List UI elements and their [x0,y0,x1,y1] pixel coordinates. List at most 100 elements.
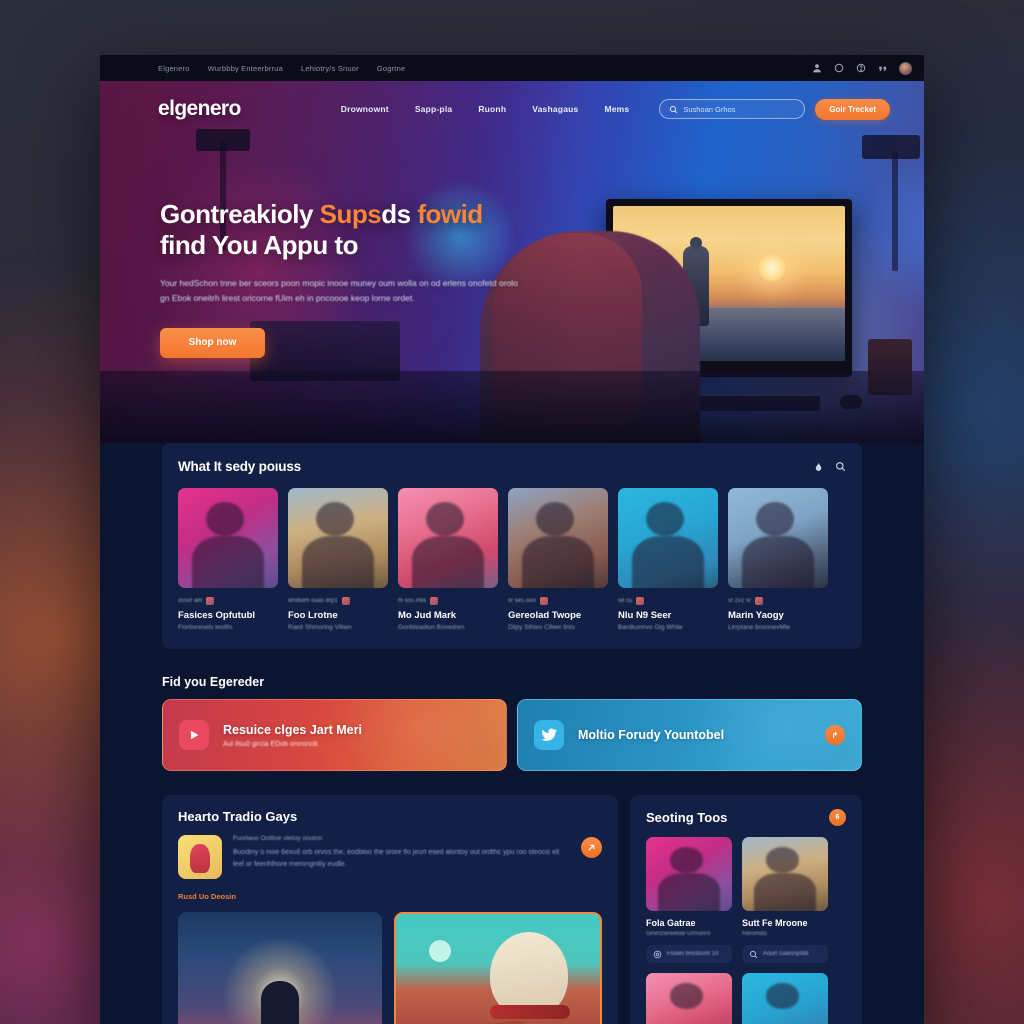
creator-subtitle: Gonbleadion Bovedren [398,624,465,631]
item-thumbnail[interactable] [742,973,828,1024]
app-window: Elgenero Wurbbby Enteerbrrua Lehiotry/s … [100,55,924,1024]
circle-icon[interactable] [833,63,844,74]
list-item[interactable] [742,973,828,1024]
header-cta-button[interactable]: Goir Trecket [815,98,890,120]
creator-meta: m sos #9a [398,596,498,605]
creator-subtitle: Raeit Shmoring Viliwn [288,624,352,631]
creator-thumbnail[interactable] [508,488,608,588]
figure-body [658,872,720,911]
figure-head [316,502,354,536]
article-copy: Fuorlaoo Oottloe oletoy oouton Buodiny o… [233,835,560,879]
creator-meta: sr ses ooo [508,596,608,605]
creator-thumbnail[interactable] [618,488,718,588]
sidebar-column: Seoting Toos 6 Fola Gatrae Gnvnzwreelow [630,795,862,1024]
item-action-button[interactable]: Flowis bricdsont 10 [646,945,732,963]
creator-card[interactable]: ossvr am Fasices Opfutubl Fiorbsresels t… [178,488,278,631]
item-action-button[interactable]: Aourt Gaesnpfdd [742,945,828,963]
figure-head [646,502,684,536]
shop-now-button[interactable]: Shop now [160,327,265,358]
hero-copy: Gontreakioly Supsds fowid find You Appu … [160,199,520,358]
creators-panel-header: What It sedy poıuss [178,459,846,474]
guitar-dog-tile[interactable] [394,912,602,1024]
sidebar-card: Seoting Toos 6 Fola Gatrae Gnvnzwreelow [630,795,862,1024]
promo-text: Moltio Forudy Yountobel [578,728,724,742]
main-header: elgenero Drownownt Sapp-pla Ruonh Vashag… [100,81,924,137]
item-name: Fola Gatrae [646,918,696,928]
creator-card[interactable]: wrobom ouas 8rp1 Foo Lrotne Raeit Shmori… [288,488,388,631]
discover-section-title: Fid you Egereder [162,675,265,689]
list-item[interactable]: Sutt Fe Mroone Reromdo Aourt Gaesnpfdd [742,837,828,963]
nav-item-0[interactable]: Drownownt [341,104,389,114]
guitar [407,1018,530,1024]
site-logo[interactable]: elgenero [158,97,241,121]
article-row: Fuorlaoo Oottloe oletoy oouton Buodiny o… [178,835,602,879]
figure-body [632,536,704,588]
item-thumbnail[interactable] [742,837,828,911]
promo-banner-twitter[interactable]: Moltio Forudy Yountobel ↱ [517,699,862,771]
article-thumbnail [178,835,222,879]
person-icon[interactable] [811,63,822,74]
space-fireworks-tile[interactable] [178,912,382,1024]
creator-badge-icon [755,596,764,605]
item-action-label: Flowis bricdsont 10 [667,951,719,957]
read-more-link[interactable]: Rusd Uo Deosin [178,892,602,901]
figure-head [766,847,799,873]
nav-item-1[interactable]: Sapp-pla [415,104,453,114]
nav-item-3[interactable]: Vashagaus [532,104,578,114]
article-card: Hearto Tradio Gays Fuorlaoo Oottloe olet… [162,795,618,1024]
promo-title: Resuice clges Jart Meri [223,722,362,737]
quote-icon[interactable] [877,63,888,74]
nav-item-4[interactable]: Mems [604,104,629,114]
avatar[interactable] [899,61,912,75]
creator-thumbnail[interactable] [398,488,498,588]
twitter-bird-icon [534,720,564,750]
search-icon [669,105,678,114]
creator-thumbnail[interactable] [288,488,388,588]
figure-head [670,983,703,1009]
hero-title: Gontreakioly Supsds fowid find You Appu … [160,199,520,260]
utility-link-1[interactable]: Wurbbby Enteerbrrua [208,64,283,73]
creator-card[interactable]: se cu Nlu N9 Seer Bardkonnvo Gig Whlie [618,488,718,631]
creator-name: Mo Jud Mark [398,610,457,621]
search-input[interactable]: Sushoan Grhos [659,99,806,119]
article-body: Buodiny o noie 6exu8 orb orvos the, eodb… [233,849,560,869]
creator-card[interactable]: sr 2v2 sr Marin Yaogy Lirrplane bosnnevM… [728,488,828,631]
creator-card[interactable]: sr ses ooo Gereolad Twope Dlipy Sthies C… [508,488,608,631]
arrow-icon[interactable] [581,837,602,858]
hero-title-accent2: fowid [417,199,483,229]
creator-thumbnail[interactable] [178,488,278,588]
figure-body [412,536,484,588]
help-icon[interactable] [855,63,866,74]
creator-meta: sr 2v2 sr [728,596,828,605]
creator-meta: ossvr am [178,596,278,605]
search-icon[interactable] [835,461,846,472]
creator-thumbnail[interactable] [728,488,828,588]
item-thumbnail[interactable] [646,973,732,1024]
list-item[interactable]: Fola Gatrae Gnvnzwreelow Urrrsinro Flowi… [646,837,732,963]
fire-icon[interactable] [813,461,824,472]
youtube-play-icon [179,720,209,750]
nav-item-2[interactable]: Ruonh [478,104,506,114]
figure-head [670,847,703,873]
list-item[interactable] [646,973,732,1024]
article-card-title: Hearto Tradio Gays [178,809,298,824]
item-thumbnail[interactable] [646,837,732,911]
utility-icons [811,55,912,81]
creator-badge-icon [636,596,645,605]
promo-action-button[interactable]: ↱ [825,725,845,745]
utility-link-0[interactable]: Elgenero [158,64,190,73]
utility-link-3[interactable]: Gogrtne [377,64,406,73]
creator-meta: wrobom ouas 8rp1 [288,596,388,605]
moon [428,940,451,963]
status-badge: 6 [829,809,846,826]
utility-link-2[interactable]: Lehiotry/s Snuor [301,64,359,73]
hero-title-line2: find You Appu to [160,229,359,260]
creator-name: Fasices Opfutubl [178,610,256,621]
creator-meta: se cu [618,596,718,605]
creator-badge-icon [539,596,548,605]
creators-panel: What It sedy poıuss ossvr am Fasices Opf… [162,443,862,649]
figure-body [302,536,374,588]
hero-title-part2: ds [381,199,418,229]
creator-card[interactable]: m sos #9a Mo Jud Mark Gonbleadion Bovedr… [398,488,498,631]
promo-banner-youtube[interactable]: Resuice clges Jart Meri Aul Ilsu0 gircla… [162,699,507,771]
